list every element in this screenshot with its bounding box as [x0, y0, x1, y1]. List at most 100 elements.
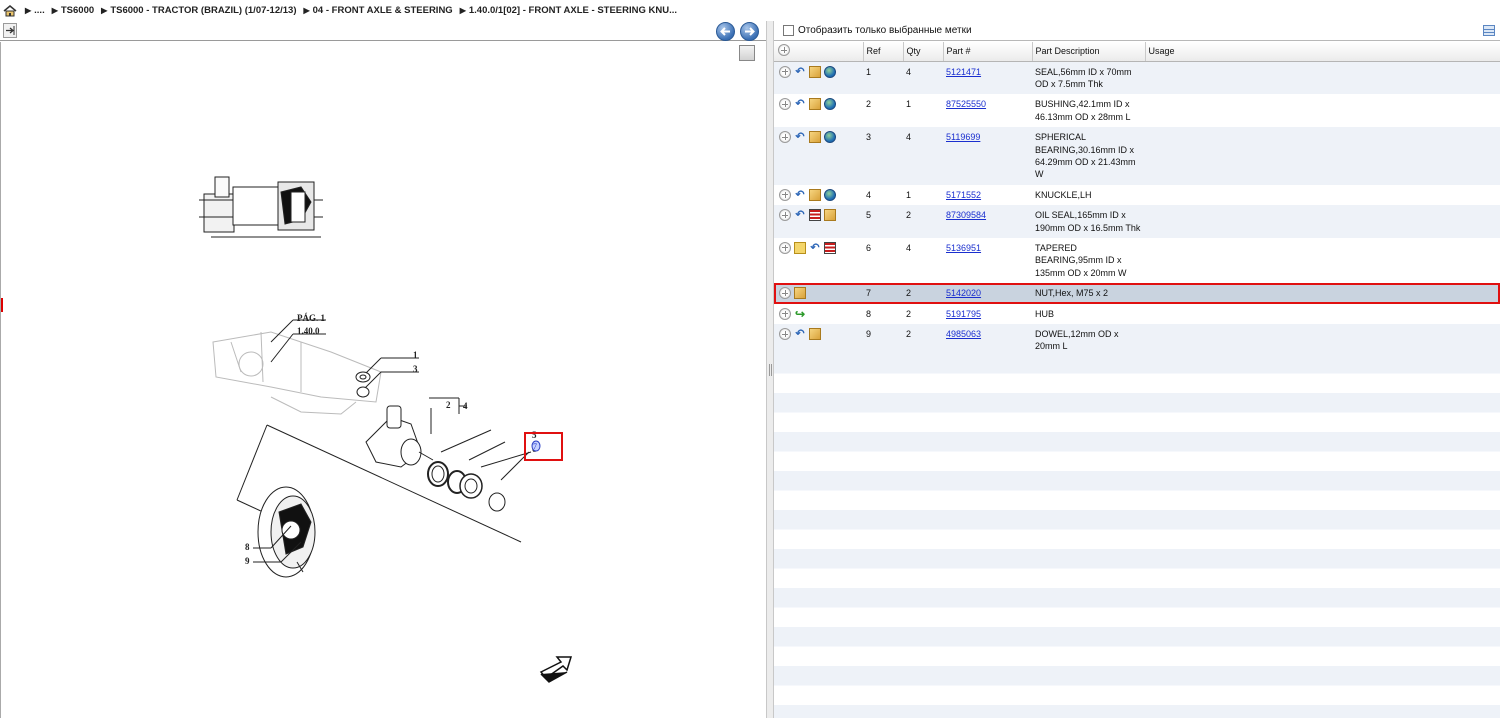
plus-icon[interactable] — [779, 287, 791, 300]
box-icon[interactable] — [809, 98, 821, 111]
column-header-description[interactable]: Part Description — [1032, 42, 1146, 62]
row-icons: ↶ — [777, 241, 863, 254]
callout-7-highlight[interactable]: 7 — [524, 432, 563, 461]
table-row[interactable]: ↪ 8 2 5191795 HUB — [774, 303, 1500, 324]
arrow-right-icon — [745, 27, 755, 36]
breadcrumb-item-ellipsis[interactable]: ▶.... — [25, 5, 45, 16]
table-row[interactable]: ↶ 4 1 5171552 KNUCKLE,LH — [774, 184, 1500, 206]
show-selected-checkbox[interactable] — [783, 25, 794, 36]
list-icon[interactable] — [824, 241, 836, 254]
return-icon[interactable]: ↶ — [794, 66, 806, 78]
return-icon[interactable]: ↶ — [809, 242, 821, 254]
box-icon[interactable] — [809, 65, 821, 78]
plus-icon[interactable] — [779, 328, 791, 340]
box-icon[interactable] — [809, 188, 821, 201]
green-arrow-icon[interactable]: ↪ — [794, 308, 806, 320]
part-number-link[interactable]: 5171552 — [946, 190, 981, 200]
part-number-cell[interactable]: 5136951 — [943, 237, 1032, 284]
forward-button[interactable] — [740, 22, 759, 41]
box-icon[interactable] — [809, 131, 821, 144]
usage-cell — [1145, 324, 1500, 357]
globe-icon[interactable] — [824, 188, 836, 201]
breadcrumb-item-model[interactable]: ▶ TS6000 — [52, 5, 94, 16]
column-header-usage[interactable]: Usage — [1145, 42, 1500, 62]
back-button[interactable] — [716, 22, 735, 41]
column-header-part[interactable]: Part # — [943, 42, 1033, 62]
table-row[interactable]: ↶ 1 4 5121471 SEAL,56mm ID x 70mm OD x 7.5mm… — [774, 61, 1500, 95]
part-number-cell[interactable]: 5142020 — [943, 283, 1032, 304]
breadcrumb-item-section[interactable]: ▶ 04 - FRONT AXLE & STEERING — [303, 5, 452, 16]
return-icon[interactable]: ↶ — [794, 209, 806, 221]
breadcrumb-item-page[interactable]: ▶ 1.40.0/1[02] - FRONT AXLE - STEERING KN… — [460, 5, 677, 16]
plus-icon[interactable] — [779, 188, 791, 201]
globe-icon[interactable] — [824, 131, 836, 144]
plus-icon[interactable] — [779, 209, 791, 222]
part-number-cell[interactable]: 87525550 — [943, 94, 1032, 128]
note-icon[interactable] — [794, 241, 806, 254]
expand-all-header[interactable] — [774, 42, 864, 62]
table-row[interactable]: ↶ 5 2 87309584 OIL SEAL,165mm ID x 190mm OD … — [774, 205, 1500, 238]
part-number-cell[interactable]: 4985063 — [943, 324, 1032, 357]
part-number-cell[interactable]: 5171552 — [943, 184, 1032, 206]
part-number-link[interactable]: 5142020 — [946, 288, 981, 298]
part-number-link[interactable]: 4985063 — [946, 329, 981, 339]
breadcrumb-item-tractor[interactable]: ▶ TS6000 - TRACTOR (BRAZIL) (1/07-12/13) — [101, 5, 296, 16]
table-row[interactable]: ↶ 9 2 4985063 DOWEL,12mm OD x 20mm L — [774, 324, 1500, 357]
part-number-link[interactable]: 5191795 — [946, 309, 981, 319]
diagram-toolbar — [0, 21, 766, 41]
globe-icon[interactable] — [824, 65, 836, 78]
plus-icon[interactable] — [779, 98, 791, 111]
return-icon[interactable]: ↶ — [794, 189, 806, 201]
description-cell: SPHERICAL BEARING,30.16mm ID x 64.29mm O… — [1032, 127, 1145, 185]
pane-splitter[interactable] — [766, 21, 774, 718]
part-number-link[interactable]: 87309584 — [946, 210, 986, 220]
parts-table-body: ↶ 1 4 5121471 SEAL,56mm ID x 70mm OD x 7.5mm… — [774, 61, 1500, 357]
part-number-link[interactable]: 5121471 — [946, 67, 981, 77]
part-number-link[interactable]: 87525550 — [946, 99, 986, 109]
part-number-link[interactable]: 5119699 — [946, 132, 980, 142]
table-row[interactable]: ↶ 3 4 5119699 SPHERICAL BEARING,30.16mm ID x… — [774, 127, 1500, 185]
row-icons: ↶ — [777, 131, 863, 144]
qty-cell: 2 — [903, 283, 943, 304]
return-icon[interactable]: ↶ — [794, 131, 806, 143]
table-row[interactable]: 7 2 5142020 NUT,Hex, M75 x 2 — [774, 283, 1500, 304]
plus-icon[interactable] — [778, 44, 790, 57]
table-row[interactable]: ↶ 2 1 87525550 BUSHING,42.1mm ID x 46.13mm O… — [774, 94, 1500, 128]
plus-icon[interactable] — [779, 307, 791, 320]
box-icon[interactable] — [809, 328, 821, 340]
exploded-diagram[interactable]: PÁG. 1 1.40.0 1 3 2 4 5 6 8 9 7 — [0, 42, 766, 718]
row-icons-cell: ↶ — [774, 127, 863, 185]
box-icon[interactable] — [794, 287, 806, 300]
home-icon[interactable] — [3, 4, 17, 17]
list-icon[interactable] — [809, 209, 821, 222]
description-cell: TAPERED BEARING,95mm ID x 135mm OD x 20m… — [1032, 237, 1145, 284]
collapse-panel-button[interactable] — [3, 23, 17, 38]
callout-9: 9 — [245, 556, 250, 566]
usage-cell — [1145, 237, 1500, 284]
row-icons-cell: ↶ — [774, 61, 863, 95]
plus-icon[interactable] — [779, 241, 791, 254]
table-row[interactable]: ↶ 6 4 5136951 TAPERED BEARING,95mm ID x 135m… — [774, 237, 1500, 284]
return-icon[interactable]: ↶ — [794, 98, 806, 110]
description-cell: KNUCKLE,LH — [1032, 184, 1145, 206]
globe-icon[interactable] — [824, 98, 836, 111]
plus-icon[interactable] — [779, 131, 791, 144]
plus-icon[interactable] — [779, 65, 791, 78]
part-number-link[interactable]: 5136951 — [946, 243, 981, 253]
qty-cell: 1 — [903, 184, 943, 206]
box-icon[interactable] — [824, 209, 836, 222]
callout-4: 4 — [463, 401, 468, 411]
qty-cell: 4 — [903, 127, 943, 185]
part-number-cell[interactable]: 5119699 — [943, 127, 1032, 185]
next-page-arrow-icon[interactable] — [539, 656, 573, 683]
column-header-qty[interactable]: Qty — [903, 42, 944, 62]
ref-cell: 5 — [863, 205, 903, 238]
grid-view-icon[interactable] — [1483, 25, 1495, 36]
usage-cell — [1145, 205, 1500, 238]
part-number-cell[interactable]: 5191795 — [943, 303, 1032, 324]
qty-cell: 1 — [903, 94, 943, 128]
return-icon[interactable]: ↶ — [794, 328, 806, 340]
part-number-cell[interactable]: 87309584 — [943, 205, 1032, 238]
column-header-ref[interactable]: Ref — [863, 42, 904, 62]
part-number-cell[interactable]: 5121471 — [943, 61, 1032, 95]
